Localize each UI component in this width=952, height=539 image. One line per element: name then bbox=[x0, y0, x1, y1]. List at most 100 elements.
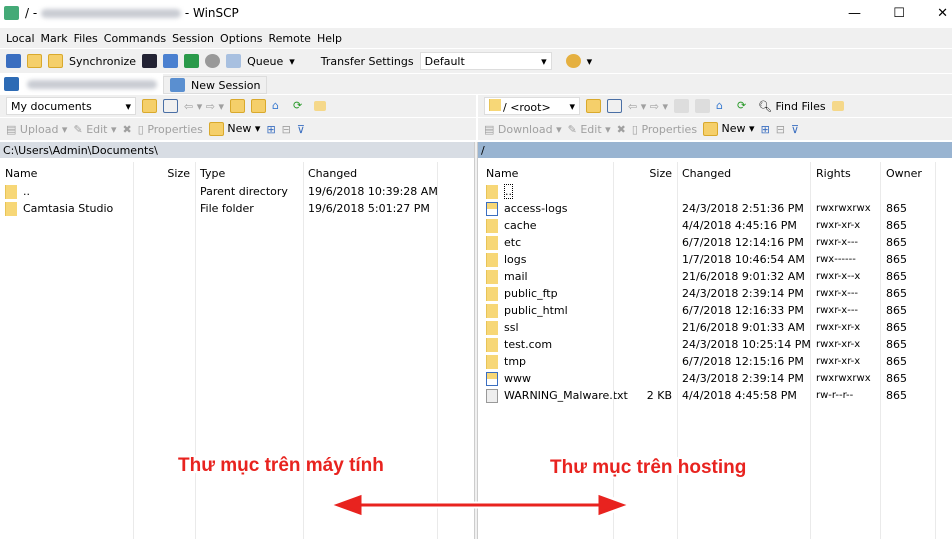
left-location-select[interactable]: My documents ▾ bbox=[6, 97, 136, 115]
synchronize-icon[interactable] bbox=[48, 54, 63, 68]
file-owner: 865 bbox=[886, 355, 907, 368]
minimize-button[interactable]: — bbox=[848, 6, 861, 21]
maximize-button[interactable]: ☐ bbox=[893, 6, 905, 21]
file-name: public_ftp bbox=[504, 287, 558, 300]
preferences-globe-icon[interactable] bbox=[565, 54, 581, 68]
col-owner[interactable]: Owner bbox=[886, 167, 922, 180]
close-button[interactable]: ✕ bbox=[937, 6, 948, 21]
parent-dir-icon[interactable] bbox=[229, 99, 245, 113]
file-owner: 865 bbox=[886, 372, 907, 385]
file-changed: 6/7/2018 12:16:33 PM bbox=[682, 304, 804, 317]
col-name[interactable]: Name bbox=[5, 167, 37, 180]
right-nav-toolbar: / <root> ▾ ⇦ ▾ ⇨ ▾ ⌂ ⟳ 🔍︎ Find Files bbox=[478, 95, 952, 117]
menu-options[interactable]: Options bbox=[220, 32, 262, 45]
tree-icon[interactable] bbox=[831, 101, 844, 111]
refresh-icon[interactable]: ⟳ bbox=[737, 99, 752, 113]
col-name[interactable]: Name bbox=[486, 167, 518, 180]
new-button[interactable]: New ▾ bbox=[703, 122, 755, 136]
putty-icon[interactable] bbox=[163, 54, 179, 68]
file-name: logs bbox=[504, 253, 527, 266]
new-button[interactable]: New ▾ bbox=[208, 122, 260, 136]
root-dir-icon[interactable] bbox=[694, 99, 710, 113]
delete-icon[interactable]: ✖ bbox=[617, 123, 626, 136]
transfer-settings-select[interactable]: Default ▾ bbox=[419, 52, 552, 70]
file-name: test.com bbox=[504, 338, 553, 351]
right-location-select[interactable]: / <root> ▾ bbox=[484, 97, 580, 115]
file-owner: 865 bbox=[886, 287, 907, 300]
console-icon[interactable] bbox=[142, 54, 158, 68]
double-arrow-icon bbox=[330, 490, 630, 520]
file-rights: rwxr-xr-x bbox=[816, 339, 861, 350]
back-icon[interactable]: ⇦ ▾ ⇨ ▾ bbox=[184, 100, 224, 113]
refresh-icon[interactable]: ⟳ bbox=[293, 99, 308, 113]
file-rights: rwxrwxrwx bbox=[816, 373, 871, 384]
col-type[interactable]: Type bbox=[200, 167, 225, 180]
filter-icon[interactable] bbox=[163, 99, 178, 113]
menu-commands[interactable]: Commands bbox=[104, 32, 166, 45]
refresh-session-icon[interactable] bbox=[184, 54, 200, 68]
home-icon[interactable]: ⌂ bbox=[272, 99, 287, 113]
tab-current-session[interactable] bbox=[0, 74, 163, 94]
tree-icon[interactable] bbox=[313, 101, 326, 111]
queue-button[interactable]: Queue bbox=[247, 55, 283, 68]
find-files-button[interactable]: 🔍︎ Find Files bbox=[758, 100, 826, 113]
gear-icon[interactable] bbox=[205, 54, 221, 68]
expand-icon[interactable]: ⊞ bbox=[761, 123, 770, 136]
open-folder-icon[interactable] bbox=[142, 99, 157, 113]
file-rights: rwxr-xr-x bbox=[816, 220, 861, 231]
winscp-logo-icon bbox=[4, 6, 19, 20]
menu-files[interactable]: Files bbox=[74, 32, 98, 45]
col-changed[interactable]: Changed bbox=[682, 167, 731, 180]
open-folder-icon[interactable] bbox=[586, 99, 601, 113]
file-rights: rw-r--r-- bbox=[816, 390, 854, 401]
synchronize-button[interactable]: Synchronize bbox=[69, 55, 136, 68]
expand-icon[interactable]: ⊞ bbox=[266, 123, 275, 136]
menu-local[interactable]: Local bbox=[6, 32, 35, 45]
collapse-icon[interactable]: ⊟ bbox=[282, 123, 291, 136]
tab-new-session[interactable]: New Session bbox=[163, 76, 268, 94]
select-filter-icon[interactable]: ⊽ bbox=[297, 123, 305, 136]
delete-icon[interactable]: ✖ bbox=[123, 123, 132, 136]
edit-button[interactable]: ✎ Edit ▾ bbox=[73, 123, 116, 136]
sync-browse-icon[interactable] bbox=[27, 54, 42, 68]
annotation-local: Thư mục trên máy tính bbox=[178, 455, 384, 476]
list-item[interactable]: Camtasia Studio File folder 19/6/2018 5:… bbox=[0, 200, 474, 217]
properties-button[interactable]: ▯ Properties bbox=[138, 123, 203, 136]
list-item[interactable]: .. Parent directory 19/6/2018 10:39:28 A… bbox=[0, 183, 474, 200]
select-filter-icon[interactable]: ⊽ bbox=[791, 123, 799, 136]
file-changed: 6/7/2018 12:14:16 PM bbox=[682, 236, 804, 249]
back-icon[interactable]: ⇦ ▾ ⇨ ▾ bbox=[628, 100, 668, 113]
file-changed: 1/7/2018 10:46:54 AM bbox=[682, 253, 805, 266]
download-button[interactable]: ▤ Download ▾ bbox=[484, 123, 562, 136]
edit-button[interactable]: ✎ Edit ▾ bbox=[568, 123, 611, 136]
file-changed: 6/7/2018 12:15:16 PM bbox=[682, 355, 804, 368]
col-size[interactable]: Size bbox=[167, 167, 190, 180]
menu-session[interactable]: Session bbox=[172, 32, 214, 45]
properties-button[interactable]: ▯ Properties bbox=[632, 123, 697, 136]
file-name: access-logs bbox=[504, 202, 568, 215]
col-size[interactable]: Size bbox=[649, 167, 672, 180]
parent-folder-icon bbox=[5, 184, 17, 199]
main-toolbar: Synchronize Queue ▾ Transfer Settings Def… bbox=[0, 49, 952, 73]
file-name: public_html bbox=[504, 304, 568, 317]
file-rights: rwxrwxrwx bbox=[816, 203, 871, 214]
left-file-list: Name Size Type Changed .. Parent directo… bbox=[0, 160, 474, 539]
title-bar: / - - WinSCP — ☐ ✕ bbox=[0, 0, 952, 26]
file-owner: 865 bbox=[886, 389, 907, 402]
left-column-headers: Name Size Type Changed bbox=[0, 163, 474, 183]
menu-mark[interactable]: Mark bbox=[41, 32, 68, 45]
filter-icon[interactable] bbox=[607, 99, 622, 113]
root-dir-icon[interactable] bbox=[250, 99, 266, 113]
upload-button[interactable]: ▤ Upload ▾ bbox=[6, 123, 67, 136]
home-icon[interactable]: ⌂ bbox=[716, 99, 731, 113]
menu-help[interactable]: Help bbox=[317, 32, 342, 45]
col-rights[interactable]: Rights bbox=[816, 167, 851, 180]
menu-remote[interactable]: Remote bbox=[269, 32, 311, 45]
folder-icon bbox=[486, 354, 498, 369]
col-changed[interactable]: Changed bbox=[308, 167, 357, 180]
collapse-icon[interactable]: ⊟ bbox=[776, 123, 785, 136]
session-tabs: New Session bbox=[0, 74, 952, 94]
file-size: 2 KB bbox=[646, 389, 672, 402]
parent-dir-icon[interactable] bbox=[673, 99, 689, 113]
compare-dirs-icon[interactable] bbox=[6, 54, 21, 68]
